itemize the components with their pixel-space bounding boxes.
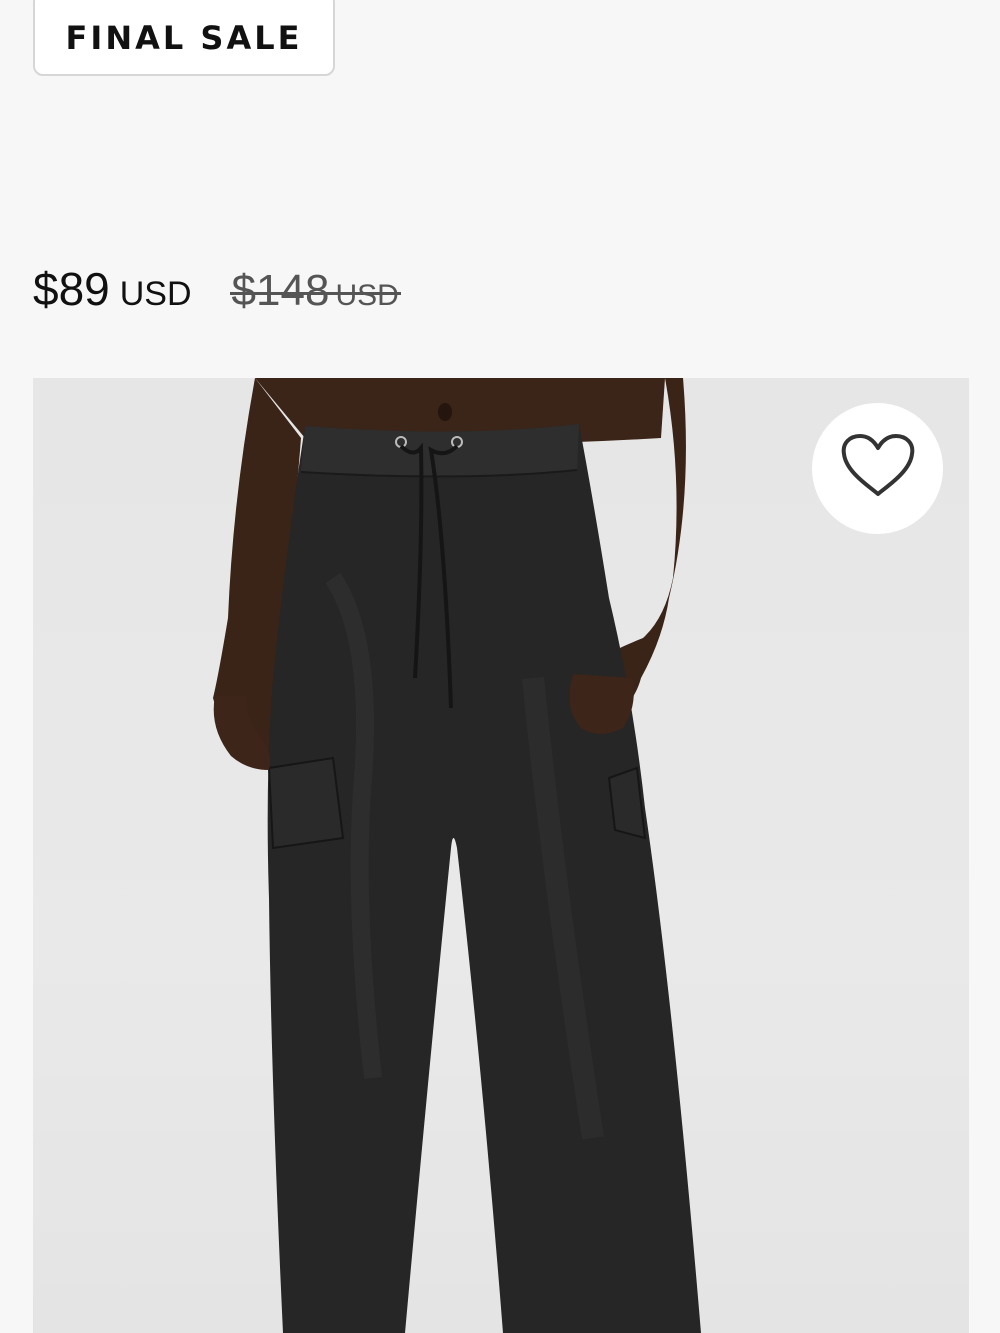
final-sale-label: FINAL SALE [65, 19, 303, 57]
original-price-amount: $148 [231, 266, 330, 315]
current-price: $89 [33, 263, 110, 315]
original-price: $148 USD [229, 266, 401, 316]
price-row: $89 USD $148 USD [33, 262, 401, 322]
original-price-currency: USD [335, 279, 399, 312]
strikethrough-line [229, 292, 401, 295]
current-price-currency: USD [119, 275, 192, 313]
product-image[interactable] [33, 378, 969, 1333]
heart-icon [840, 432, 916, 505]
pants-illustration [213, 378, 701, 1333]
final-sale-badge: FINAL SALE [33, 0, 335, 76]
wishlist-button[interactable] [812, 403, 943, 534]
